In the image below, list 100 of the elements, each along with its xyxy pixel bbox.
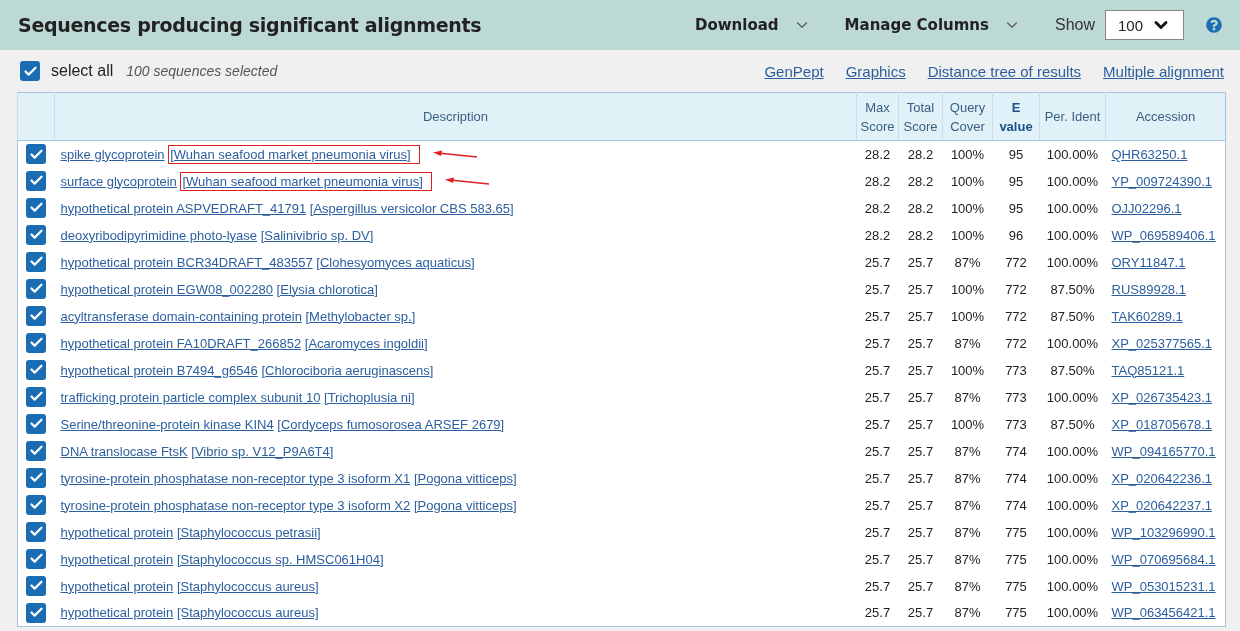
total-score-cell: 25.7 (898, 518, 943, 546)
query-cover-cell: 87% (942, 599, 993, 627)
description-link[interactable]: hypothetical protein FA10DRAFT_266852 (60, 335, 302, 351)
accession-link[interactable]: TAQ85121.1 (1111, 362, 1185, 378)
accession-link[interactable]: OJJ02296.1 (1111, 200, 1182, 216)
column-header[interactable]: E value (992, 92, 1040, 141)
row-checkbox[interactable] (26, 494, 47, 515)
accession-link[interactable]: ORY11847.1 (1111, 254, 1186, 270)
row-checkbox[interactable] (26, 386, 47, 407)
accession-link[interactable]: WP_069589406.1 (1111, 227, 1216, 243)
description-link[interactable]: hypothetical protein EGW08_002280 (60, 281, 273, 297)
organism-link[interactable]: [Trichoplusia ni] (324, 389, 415, 405)
organism-link[interactable]: [Elysia chlorotica] (276, 281, 378, 297)
row-checkbox[interactable] (26, 359, 47, 380)
accession-link[interactable]: WP_103296990.1 (1111, 524, 1216, 540)
column-header[interactable]: Total Score (898, 92, 943, 141)
organism-link[interactable]: [Aspergillus versicolor CBS 583.65] (309, 200, 514, 216)
accession-link[interactable]: WP_053015231.1 (1111, 578, 1216, 594)
accession-link[interactable]: WP_070695684.1 (1111, 551, 1216, 567)
toolbar-link[interactable]: GenPept (764, 62, 824, 80)
description-link[interactable]: deoxyribodipyrimidine photo-lyase (60, 227, 258, 243)
description-link[interactable]: tyrosine-protein phosphatase non-receptor type 3 isoform X1 (60, 470, 411, 486)
organism-link[interactable]: [Vibrio sp. V12_P9A6T4] (191, 443, 334, 459)
row-checkbox[interactable] (26, 440, 47, 461)
row-checkbox[interactable] (26, 251, 47, 272)
accession-link[interactable]: XP_026735423.1 (1111, 389, 1212, 405)
accession-link[interactable]: XP_025377565.1 (1111, 335, 1212, 351)
row-checkbox[interactable] (26, 144, 47, 164)
organism-link[interactable]: [Staphylococcus petrasii] (176, 524, 321, 540)
query-cover-cell: 87% (942, 545, 993, 573)
organism-link[interactable]: [Staphylococcus aureus] (176, 578, 319, 594)
row-checkbox[interactable] (26, 305, 47, 326)
show-select[interactable]: 100 (1105, 10, 1184, 40)
description-link[interactable]: hypothetical protein (60, 578, 174, 594)
accession-link[interactable]: WP_063456421.1 (1111, 605, 1216, 621)
row-checkbox[interactable] (26, 224, 47, 245)
row-checkbox[interactable] (26, 170, 47, 191)
organism-link[interactable]: [Pogona vitticeps] (413, 497, 517, 513)
row-checkbox[interactable] (26, 575, 47, 596)
organism-link[interactable]: [Salinivibrio sp. DV] (260, 227, 374, 243)
identity-cell: 100.00% (1039, 167, 1106, 195)
accession-link[interactable]: TAK60289.1 (1111, 308, 1183, 324)
description-link[interactable]: hypothetical protein BCR34DRAFT_483557 (60, 254, 313, 270)
organism-link[interactable]: [Chlorociboria aeruginascens] (261, 362, 434, 378)
description-link[interactable]: hypothetical protein B7494_g6546 (60, 362, 258, 378)
accession-link[interactable]: QHR63250.1 (1111, 146, 1188, 162)
row-checkbox[interactable] (26, 413, 47, 434)
description-link[interactable]: hypothetical protein (60, 524, 174, 540)
column-header[interactable]: Per. Ident (1039, 92, 1106, 141)
total-score-cell: 28.2 (898, 221, 943, 249)
column-header[interactable]: Query Cover (942, 92, 993, 141)
select-all-checkbox[interactable] (20, 61, 40, 81)
column-header[interactable]: Max Score (856, 92, 899, 141)
description-link[interactable]: trafficking protein particle complex subunit 10 (60, 389, 321, 405)
toolbar-link[interactable]: Graphics (845, 62, 906, 80)
row-checkbox[interactable] (26, 521, 47, 542)
description-link[interactable]: acyltransferase domain-containing protein (60, 308, 302, 324)
description-link[interactable]: surface glycoprotein (60, 173, 177, 189)
row-checkbox[interactable] (26, 467, 47, 488)
column-header[interactable]: Accession (1105, 92, 1226, 141)
column-header[interactable]: Description (54, 92, 857, 141)
total-score-cell: 25.7 (898, 464, 943, 492)
total-score-cell: 28.2 (898, 167, 943, 195)
row-checkbox[interactable] (26, 332, 47, 353)
identity-cell: 87.50% (1039, 275, 1106, 303)
row-checkbox[interactable] (26, 548, 47, 569)
organism-link[interactable]: [Clohesyomyces aquaticus] (316, 254, 475, 270)
row-checkbox[interactable] (26, 197, 47, 218)
organism-link[interactable]: [Cordyceps fumosorosea ARSEF 2679] (277, 416, 505, 432)
organism-link[interactable]: [Wuhan seafood market pneumonia virus] (170, 146, 411, 162)
description-link[interactable]: hypothetical protein (60, 605, 174, 621)
toolbar-link[interactable]: Multiple alignment (1103, 62, 1224, 80)
description-link[interactable]: Serine/threonine-protein kinase KIN4 (60, 416, 274, 432)
organism-link[interactable]: [Acaromyces ingoldii] (304, 335, 428, 351)
row-checkbox[interactable] (26, 278, 47, 299)
organism-link[interactable]: [Methylobacter sp.] (305, 308, 416, 324)
organism-link[interactable]: [Pogona vitticeps] (413, 470, 517, 486)
dropdown-menu[interactable]: Manage Columns (844, 16, 1021, 34)
accession-link[interactable]: YP_009724390.1 (1111, 173, 1212, 189)
organism-link[interactable]: [Staphylococcus aureus] (176, 605, 319, 621)
accession-link[interactable]: XP_020642237.1 (1111, 497, 1212, 513)
identity-cell: 100.00% (1039, 545, 1106, 573)
description-link[interactable]: hypothetical protein ASPVEDRAFT_41791 (60, 200, 307, 216)
accession-link[interactable]: RUS89928.1 (1111, 281, 1186, 297)
description-link[interactable]: DNA translocase FtsK (60, 443, 188, 459)
dropdown-menu[interactable]: Download (695, 16, 811, 34)
description-link[interactable]: tyrosine-protein phosphatase non-receptor type 3 isoform X2 (60, 497, 411, 513)
accession-link[interactable]: WP_094165770.1 (1111, 443, 1216, 459)
accession-link[interactable]: XP_020642236.1 (1111, 470, 1212, 486)
description-link[interactable]: spike glycoprotein (60, 146, 165, 162)
max-score-cell: 25.7 (856, 545, 899, 573)
total-score-cell: 25.7 (898, 275, 943, 303)
accession-link[interactable]: XP_018705678.1 (1111, 416, 1212, 432)
organism-link[interactable]: [Staphylococcus sp. HMSC061H04] (176, 551, 384, 567)
total-score-cell: 25.7 (898, 491, 943, 519)
organism-link[interactable]: [Wuhan seafood market pneumonia virus] (182, 173, 423, 189)
row-checkbox[interactable] (26, 602, 47, 623)
help-icon[interactable] (1206, 17, 1222, 33)
description-link[interactable]: hypothetical protein (60, 551, 174, 567)
toolbar-link[interactable]: Distance tree of results (927, 62, 1082, 80)
